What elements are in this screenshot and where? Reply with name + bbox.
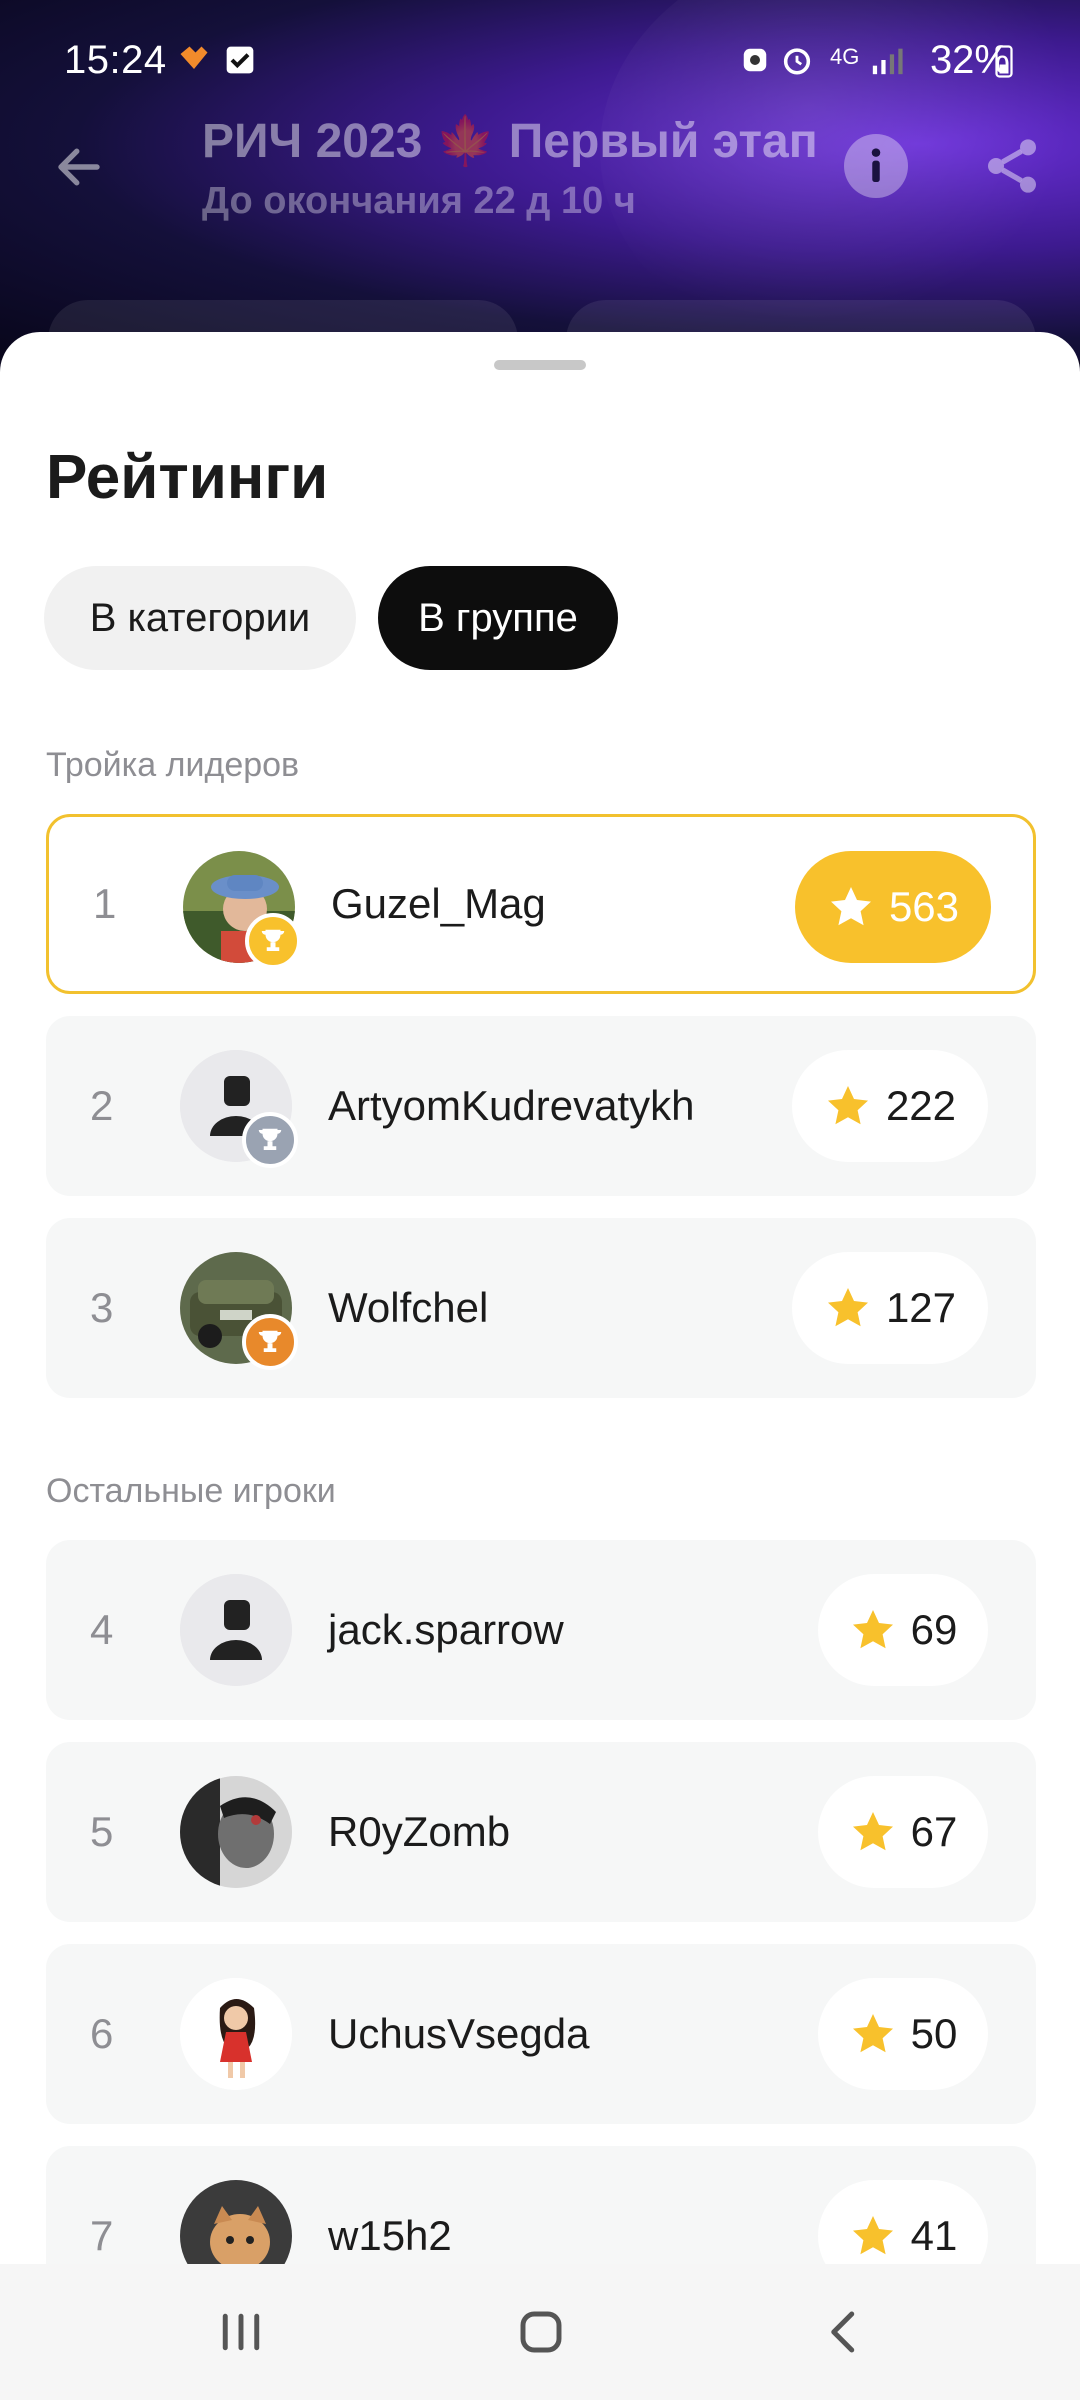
score-badge: 127 — [792, 1252, 988, 1364]
leaders-section-label: Тройка лидеров — [46, 746, 300, 784]
score-value: 563 — [888, 883, 960, 930]
rank: 7 — [90, 2212, 114, 2259]
score-badge: 67 — [818, 1776, 988, 1888]
username: Wolfchel — [328, 1284, 489, 1331]
leaderboard-row[interactable]: 6 UchusVsegda 50 — [46, 1944, 1036, 2124]
leaderboard-row[interactable]: 2 ArtyomKudrevatykh 222 — [46, 1016, 1036, 1196]
rank: 2 — [90, 1082, 114, 1129]
score-value: 41 — [910, 2212, 958, 2259]
username: jack.sparrow — [328, 1606, 564, 1653]
leaderboard-row[interactable]: 3 Wolfchel 127 — [46, 1218, 1036, 1398]
star-icon — [852, 2216, 893, 2255]
score-badge: 41 — [818, 2180, 988, 2264]
event-title: РИЧ 2023 🍁 Первый этап — [202, 115, 818, 168]
score-badge: 222 — [792, 1050, 988, 1162]
signal-icon — [872, 48, 903, 75]
network-type: 4G — [830, 44, 860, 69]
alarm-icon — [783, 48, 811, 75]
info-button[interactable] — [844, 134, 908, 198]
sheet-title: Рейтинги — [46, 443, 329, 512]
rank: 4 — [90, 1606, 114, 1653]
share-icon[interactable] — [980, 134, 1044, 198]
data-saver-icon — [743, 48, 767, 72]
avatar — [180, 1978, 292, 2090]
username: ArtyomKudrevatykh — [328, 1082, 695, 1129]
rank: 1 — [93, 880, 117, 927]
score-badge: 50 — [818, 1978, 988, 2090]
score-value: 67 — [910, 1808, 958, 1855]
rank: 3 — [90, 1284, 114, 1331]
star-icon — [830, 887, 871, 926]
back-arrow-icon[interactable] — [52, 140, 106, 194]
username: w15h2 — [328, 2212, 452, 2259]
star-icon — [852, 1812, 893, 1851]
username: UchusVsegda — [328, 2010, 590, 2057]
rank: 6 — [90, 2010, 114, 2057]
rank: 5 — [90, 1808, 114, 1855]
avatar — [180, 1574, 292, 1686]
username: Guzel_Mag — [331, 880, 546, 927]
app-notification-icon — [180, 46, 208, 69]
score-badge: 563 — [795, 851, 991, 963]
bronze-trophy-icon — [242, 1314, 298, 1370]
leaderboard-row[interactable]: 4 jack.sparrow 69 — [46, 1540, 1036, 1720]
tab-in-category[interactable]: В категории — [44, 566, 356, 670]
sheet-drag-handle[interactable] — [494, 360, 586, 370]
score-value: 50 — [910, 2010, 958, 2057]
score-value: 69 — [910, 1606, 958, 1653]
score-value: 222 — [885, 1082, 957, 1129]
system-navigation-bar — [0, 2264, 1080, 2400]
tab-in-group[interactable]: В группе — [378, 566, 618, 670]
star-icon — [827, 1086, 868, 1125]
info-icon — [871, 148, 881, 182]
silver-trophy-icon — [242, 1112, 298, 1168]
nav-recent-icon[interactable] — [214, 2302, 268, 2362]
star-icon — [827, 1288, 868, 1327]
avatar — [180, 2180, 292, 2264]
star-icon — [852, 2014, 893, 2053]
nav-home-icon[interactable] — [514, 2302, 568, 2362]
score-value: 127 — [885, 1284, 957, 1331]
score-badge: 69 — [818, 1574, 988, 1686]
status-time: 15:24 — [64, 38, 167, 82]
event-time-remaining: До окончания 22 д 10 ч — [202, 180, 636, 222]
checkbox-notification-icon — [226, 46, 254, 74]
battery-icon — [995, 45, 1013, 78]
ratings-sheet: Рейтинги В категории В группе Тройка лид… — [0, 332, 1080, 2264]
leaderboard-row[interactable]: 5 R0yZomb 67 — [46, 1742, 1036, 1922]
avatar — [180, 1776, 292, 1888]
star-icon — [852, 1610, 893, 1649]
nav-back-icon[interactable] — [818, 2302, 872, 2362]
event-header-background: 15:24 4G 32% РИЧ 2023 🍁 Первый этап До о… — [0, 0, 1080, 360]
status-bar: 15:24 4G 32% — [0, 0, 1080, 120]
gold-trophy-icon — [245, 913, 301, 969]
others-section-label: Остальные игроки — [46, 1472, 336, 1510]
username: R0yZomb — [328, 1808, 511, 1855]
leaderboard-row[interactable]: 1 Guzel_Mag 563 — [46, 814, 1036, 994]
leaderboard-row[interactable]: 7 w15h2 41 — [46, 2146, 1036, 2264]
